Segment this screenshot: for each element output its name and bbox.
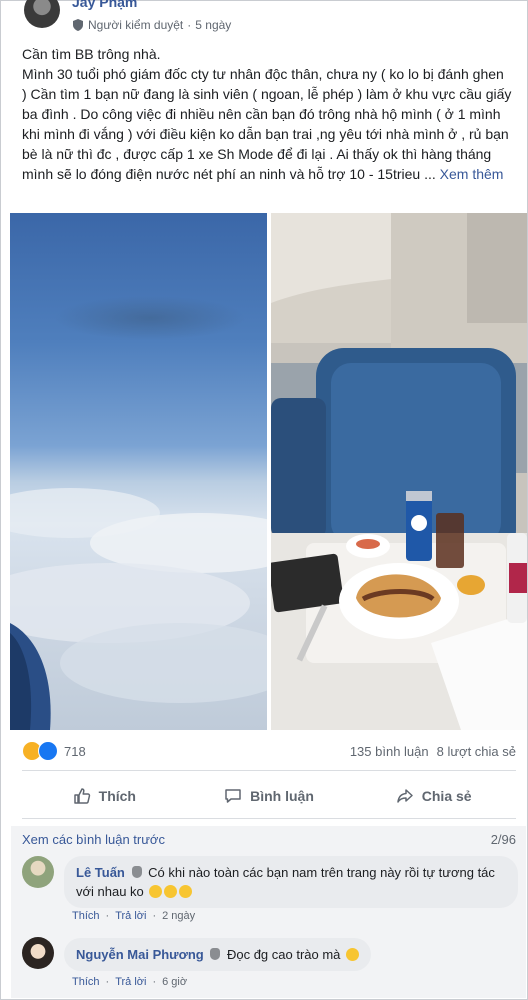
post-text-body: Mình 30 tuổi phó giám đốc cty tư nhân độ… (22, 66, 512, 182)
share-count[interactable]: 8 lượt chia sẻ (437, 744, 516, 759)
comment-bubble: Lê Tuấn Có khi nào toàn các bạn nam trên… (64, 856, 518, 908)
wave-badge-icon (131, 866, 142, 878)
comment-like-link[interactable]: Thích (72, 976, 100, 988)
comment-label: Bình luận (250, 788, 314, 804)
view-previous-comments-link[interactable]: Xem các bình luận trước (22, 832, 165, 847)
share-button[interactable]: Chia sẻ (351, 787, 516, 805)
comment-button[interactable]: Bình luận (187, 787, 352, 805)
reactions-bar: 718 135 bình luận 8 lượt chia sẻ (22, 740, 516, 762)
post-actions: Thích Bình luận Chia sẻ (22, 776, 516, 816)
smiling-emoji-icon (346, 948, 360, 961)
post-time[interactable]: 5 ngày (195, 18, 231, 32)
commenter-name[interactable]: Nguyễn Mai Phương (76, 947, 204, 962)
comment-actions: Thích · Trả lời · 6 giờ (72, 976, 187, 988)
dot-separator: · (152, 976, 157, 988)
comment-count[interactable]: 135 bình luận (350, 744, 429, 759)
comment-reply-link[interactable]: Trả lời (115, 910, 146, 922)
commenter-avatar[interactable] (22, 937, 54, 969)
dot-separator: · (105, 976, 110, 988)
laughing-emoji-icon (149, 885, 163, 898)
author-avatar[interactable] (24, 0, 60, 28)
reaction-icons[interactable] (22, 741, 58, 761)
author-name[interactable]: Jay Phạm (72, 0, 137, 10)
post-text-line-2: Mình 30 tuổi phó giám đốc cty tư nhân độ… (22, 64, 512, 184)
share-label: Chia sẻ (421, 788, 472, 804)
sky-illustration (10, 296, 267, 730)
comment-icon (225, 789, 241, 803)
comment-reply-link[interactable]: Trả lời (115, 976, 146, 988)
like-reaction-icon (38, 741, 58, 761)
post-header: Jay Phạm Người kiểm duyệt · 5 ngày (14, 0, 514, 38)
commenter-name[interactable]: Lê Tuấn (76, 865, 125, 880)
moderator-label[interactable]: Người kiểm duyệt (88, 18, 183, 32)
comment-text: Đọc đg cao trào mà (226, 947, 341, 962)
like-button[interactable]: Thích (22, 787, 187, 805)
airplane-cabin-meal-photo[interactable] (271, 213, 527, 730)
comment-actions: Thích · Trả lời · 2 ngày (72, 910, 195, 922)
post-text-line-1: Cần tìm BB trông nhà. (22, 46, 161, 62)
laughing-emoji-icon (164, 885, 178, 898)
comment-like-link[interactable]: Thích (72, 910, 100, 922)
comment-time[interactable]: 6 giờ (162, 976, 187, 988)
post-text: Cần tìm BB trông nhà. Mình 30 tuổi phó g… (22, 44, 512, 184)
dot-separator: · (152, 910, 157, 922)
comment-time[interactable]: 2 ngày (162, 910, 195, 922)
share-arrow-icon (397, 789, 413, 803)
meta-separator: · (187, 18, 192, 32)
wave-badge-icon (210, 948, 221, 960)
like-label: Thích (98, 788, 136, 804)
post-stats: 135 bình luận 8 lượt chia sẻ (350, 744, 516, 759)
thumbs-up-icon (73, 788, 90, 804)
cabin-illustration (271, 213, 527, 730)
comments-counter: 2/96 (490, 832, 516, 847)
post-meta: Người kiểm duyệt · 5 ngày (72, 18, 231, 32)
dot-separator: · (105, 910, 110, 922)
reaction-count[interactable]: 718 (64, 744, 86, 759)
airplane-window-sky-photo[interactable] (10, 213, 267, 730)
divider (22, 818, 516, 819)
moderator-shield-icon (73, 19, 83, 31)
see-more-link[interactable]: Xem thêm (440, 166, 504, 182)
comment-bubble: Nguyễn Mai Phương Đọc đg cao trào mà (64, 938, 372, 971)
commenter-avatar[interactable] (22, 856, 54, 888)
divider (22, 770, 516, 771)
laughing-emoji-icon (179, 885, 193, 898)
